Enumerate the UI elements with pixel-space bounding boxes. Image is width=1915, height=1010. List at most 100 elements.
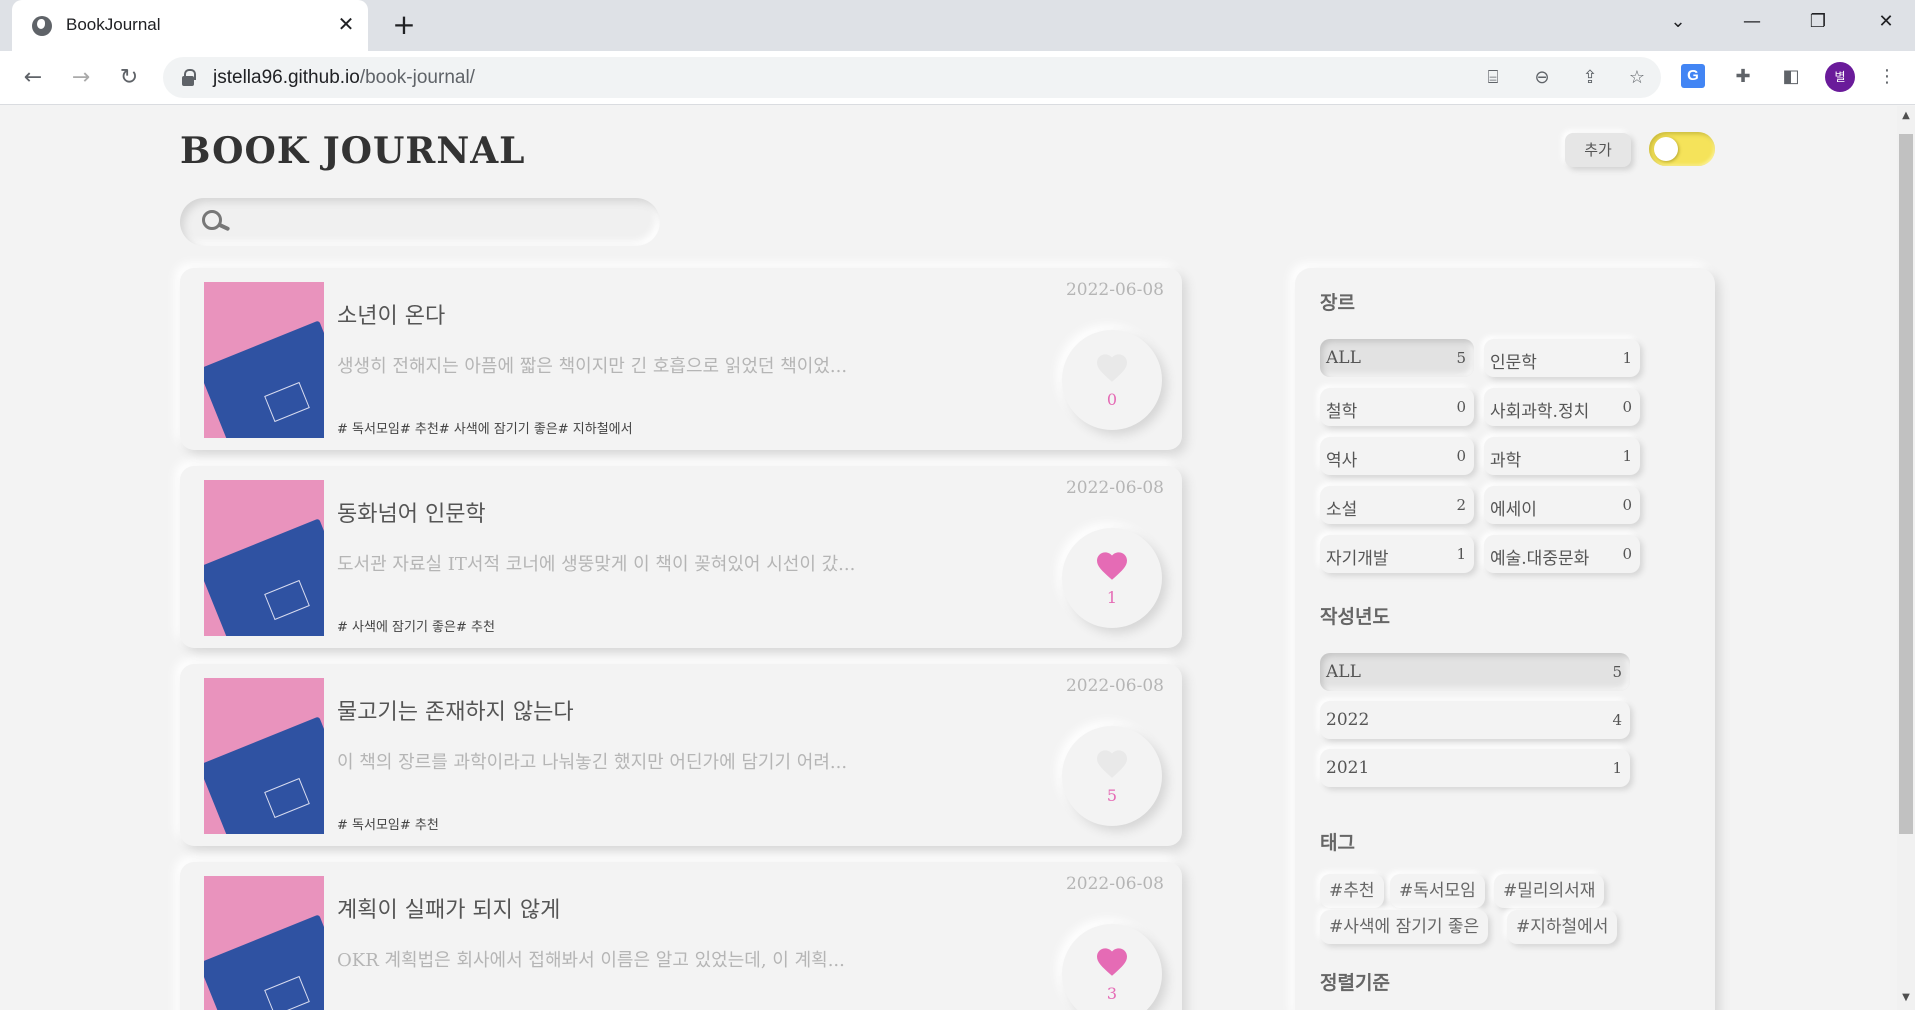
genre-filter-chip[interactable]: ALL 5	[1320, 339, 1474, 377]
url-text[interactable]: jstella96.github.io/book-journal/	[213, 67, 475, 89]
side-panel-icon[interactable]: ◧	[1776, 62, 1806, 92]
post-title[interactable]: 동화넘어 인문학	[337, 496, 486, 528]
page-scrollbar[interactable]: ▲ ▼	[1897, 106, 1915, 1010]
year-label: 2022	[1326, 710, 1370, 730]
genre-filter-chip[interactable]: 자기개발 1	[1320, 535, 1474, 573]
bookmark-star-icon[interactable]: ☆	[1624, 65, 1650, 91]
scroll-down-icon[interactable]: ▼	[1897, 992, 1915, 1006]
year-label: 2021	[1326, 758, 1370, 778]
theme-toggle[interactable]	[1649, 132, 1715, 166]
like-count: 3	[1106, 984, 1118, 1003]
scrollbar-thumb[interactable]	[1899, 134, 1913, 834]
like-button[interactable]: 0	[1062, 330, 1162, 430]
genre-filter-chip[interactable]: 사회과학.정치 0	[1484, 388, 1640, 426]
post-date: 2022-06-08	[1065, 478, 1164, 498]
year-filter-chip[interactable]: ALL 5	[1320, 653, 1630, 691]
genre-label: 과학	[1490, 451, 1522, 471]
genre-count: 1	[1622, 349, 1632, 367]
post-excerpt: 도서관 자료실 IT서적 코너에 생뚱맞게 이 책이 꽂혀있어 시선이 갔...	[337, 554, 856, 575]
lock-icon[interactable]	[182, 69, 196, 86]
reload-icon[interactable]: ↻	[113, 62, 145, 94]
genre-count: 1	[1622, 447, 1632, 465]
menu-kebab-icon[interactable]: ⋮	[1872, 62, 1902, 92]
sort-section-title: 정렬기준	[1320, 972, 1390, 994]
post-excerpt: 생생히 전해지는 아픔에 짧은 책이지만 긴 호흡으로 읽었던 책이었...	[337, 356, 848, 377]
tab-close-icon[interactable]: ✕	[334, 12, 358, 36]
zoom-out-icon[interactable]: ⊖	[1529, 65, 1555, 91]
extensions-puzzle-icon[interactable]: ✚	[1728, 62, 1758, 92]
genre-filter-chip[interactable]: 소설 2	[1320, 486, 1474, 524]
genre-count: 0	[1622, 496, 1632, 514]
forward-icon[interactable]: →	[65, 62, 97, 94]
tag-filter-chip[interactable]: #밀리의서재	[1494, 874, 1605, 908]
tag-filter-chip[interactable]: #지하철에서	[1507, 910, 1618, 944]
like-button[interactable]: 5	[1062, 726, 1162, 826]
profile-avatar[interactable]: 별	[1825, 62, 1855, 92]
post-list: 소년이 온다생생히 전해지는 아픔에 짧은 책이지만 긴 호흡으로 읽었던 책이…	[180, 268, 1182, 1010]
like-count: 5	[1106, 786, 1118, 805]
window-close-icon[interactable]: ✕	[1868, 8, 1904, 36]
year-count: 5	[1612, 663, 1622, 681]
tab-search-icon[interactable]: ⌄	[1660, 8, 1696, 36]
scroll-up-icon[interactable]: ▲	[1897, 110, 1915, 124]
genre-filter-chip[interactable]: 예술.대중문화 0	[1484, 535, 1640, 573]
book-cover-image[interactable]	[204, 678, 324, 834]
post-title[interactable]: 물고기는 존재하지 않는다	[337, 694, 574, 726]
genre-label: 사회과학.정치	[1490, 402, 1590, 422]
genre-label: 예술.대중문화	[1490, 549, 1590, 569]
translate-page-icon[interactable]: ⌸	[1480, 65, 1506, 91]
genre-count: 0	[1622, 398, 1632, 416]
post-date: 2022-06-08	[1065, 280, 1164, 300]
post-tags: # 독서모임# 추천# 사색에 잠기기 좋은# 지하철에서	[337, 422, 633, 437]
search-input[interactable]	[242, 208, 642, 236]
like-button[interactable]: 1	[1062, 528, 1162, 628]
genre-count: 5	[1456, 349, 1466, 367]
google-translate-extension-icon[interactable]: G	[1681, 64, 1705, 88]
genre-label: ALL	[1326, 348, 1361, 368]
add-button[interactable]: 추가	[1565, 133, 1631, 167]
genre-filter-chip[interactable]: 철학 0	[1320, 388, 1474, 426]
restore-icon[interactable]: ❐	[1800, 8, 1836, 36]
year-filter-chip[interactable]: 2022 4	[1320, 701, 1630, 739]
book-post-card[interactable]: 소년이 온다생생히 전해지는 아픔에 짧은 책이지만 긴 호흡으로 읽었던 책이…	[180, 268, 1182, 450]
genre-label: 역사	[1326, 451, 1358, 471]
post-date: 2022-06-08	[1065, 874, 1164, 894]
genre-label: 인문학	[1490, 353, 1537, 373]
book-cover-image[interactable]	[204, 282, 324, 438]
like-button[interactable]: 3	[1062, 924, 1162, 1010]
search-bar	[180, 198, 660, 246]
genre-filter-chip[interactable]: 역사 0	[1320, 437, 1474, 475]
post-title[interactable]: 계획이 실패가 되지 않게	[337, 892, 560, 924]
browser-tab[interactable]: BookJournal ✕	[12, 0, 368, 51]
post-tags: # 독서모임# 추천	[337, 818, 439, 833]
genre-label: 소설	[1326, 500, 1358, 520]
tag-filter-chip[interactable]: #추천	[1320, 874, 1384, 908]
back-icon[interactable]: ←	[17, 62, 49, 94]
year-label: ALL	[1326, 662, 1361, 682]
book-cover-image[interactable]	[204, 480, 324, 636]
genre-filter-chip[interactable]: 인문학 1	[1484, 339, 1640, 377]
genre-filter-chip[interactable]: 에세이 0	[1484, 486, 1640, 524]
book-post-card[interactable]: 계획이 실패가 되지 않게 OKR 계획법은 회사에서 접해봐서 이름은 알고 있…	[180, 862, 1182, 1010]
tag-filter-chip[interactable]: #독서모임	[1390, 874, 1485, 908]
like-count: 0	[1106, 390, 1118, 409]
share-icon[interactable]: ⇪	[1577, 65, 1603, 91]
year-filter-chip[interactable]: 2021 1	[1320, 749, 1630, 787]
new-tab-button[interactable]: +	[390, 11, 418, 39]
genre-filter-chip[interactable]: 과학 1	[1484, 437, 1640, 475]
genre-count: 0	[1456, 447, 1466, 465]
post-title[interactable]: 소년이 온다	[337, 298, 445, 330]
book-cover-image[interactable]	[204, 876, 324, 1010]
minimize-icon[interactable]: —	[1734, 8, 1770, 36]
browser-tabstrip: BookJournal ✕ + ⌄ — ❐ ✕	[0, 0, 1915, 51]
address-bar[interactable]: jstella96.github.io/book-journal/ ⌸ ⊖ ⇪ …	[163, 57, 1661, 98]
search-icon	[202, 210, 232, 234]
toggle-knob	[1654, 137, 1678, 161]
book-post-card[interactable]: 동화넘어 인문학도서관 자료실 IT서적 코너에 생뚱맞게 이 책이 꽂혀있어 …	[180, 466, 1182, 648]
genre-count: 0	[1456, 398, 1466, 416]
tag-filter-chip[interactable]: #사색에 잠기기 좋은	[1320, 910, 1489, 944]
site-title[interactable]: BOOK JOURNAL	[180, 130, 526, 172]
genre-label: 에세이	[1490, 500, 1537, 520]
book-post-card[interactable]: 물고기는 존재하지 않는다 이 책의 장르를 과학이라고 나눠놓긴 했지만 어딘가…	[180, 664, 1182, 846]
post-excerpt: OKR 계획법은 회사에서 접해봐서 이름은 알고 있었는데, 이 계획...	[337, 950, 845, 971]
